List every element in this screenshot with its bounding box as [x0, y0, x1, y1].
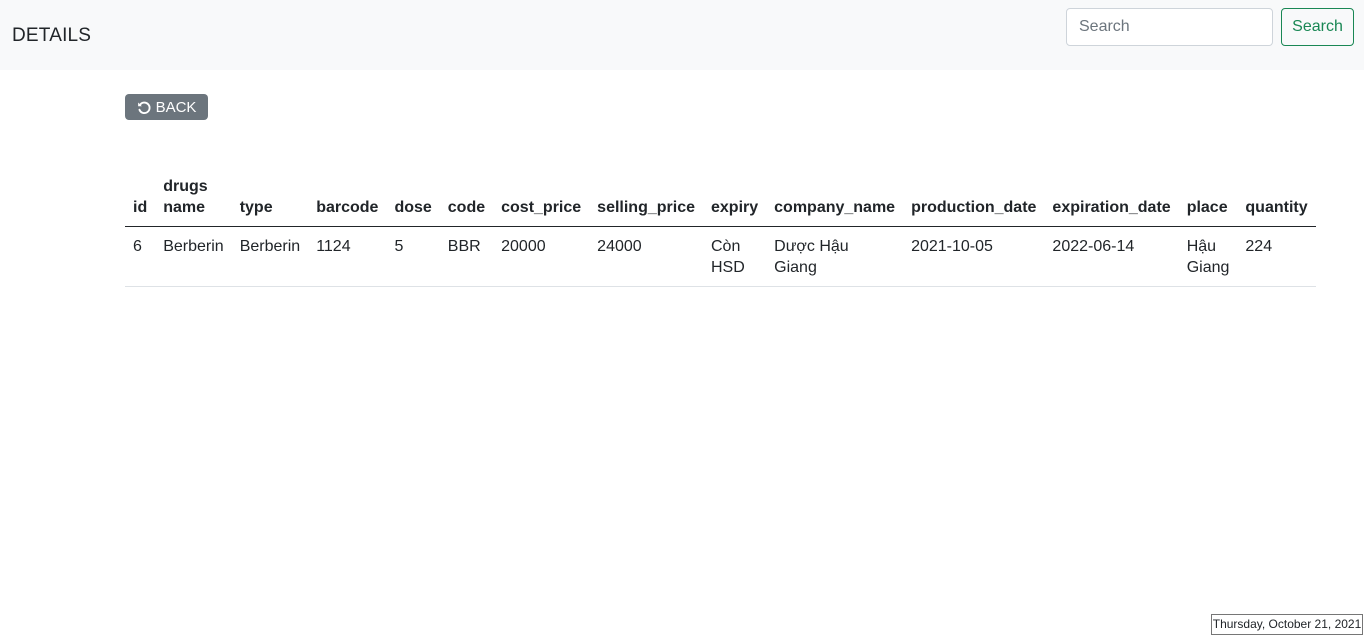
table-row: 6 Berberin Berberin 1124 5 BBR 20000 240… — [125, 226, 1316, 287]
back-button[interactable]: BACK — [125, 94, 208, 120]
cell-expiry: Còn HSD — [703, 226, 767, 287]
cell-production-date: 2021-10-05 — [903, 226, 1045, 287]
navbar: DETAILS Search — [0, 0, 1364, 70]
col-header-drugs-name: drugs name — [155, 170, 232, 227]
cell-place: Hậu Giang — [1178, 226, 1238, 287]
search-button[interactable]: Search — [1281, 8, 1354, 46]
cell-type: Berberin — [231, 226, 309, 287]
col-header-company-name: company_name — [766, 170, 904, 227]
cell-id: 6 — [125, 226, 156, 287]
col-header-quantity: quantity — [1237, 170, 1316, 227]
col-header-selling-price: selling_price — [589, 170, 703, 227]
date-badge: Thursday, October 21, 2021 — [1211, 614, 1363, 635]
cell-code: BBR — [439, 226, 494, 287]
back-button-label: BACK — [155, 98, 197, 116]
col-header-expiry: expiry — [703, 170, 767, 227]
col-header-barcode: barcode — [308, 170, 387, 227]
col-header-place: place — [1178, 170, 1238, 227]
cell-company-name: Dược Hậu Giang — [766, 226, 904, 287]
col-header-production-date: production_date — [903, 170, 1045, 227]
col-header-expiration-date: expiration_date — [1044, 170, 1179, 227]
col-header-code: code — [439, 170, 494, 227]
undo-icon — [137, 101, 151, 114]
col-header-cost-price: cost_price — [493, 170, 590, 227]
cell-dose: 5 — [386, 226, 440, 287]
col-header-id: id — [125, 170, 156, 227]
search-input[interactable] — [1066, 8, 1273, 46]
cell-selling-price: 24000 — [589, 226, 703, 287]
drug-details-table: id drugs name type barcode dose code cos… — [125, 170, 1316, 287]
cell-quantity: 224 — [1237, 226, 1316, 287]
table-header-row: id drugs name type barcode dose code cos… — [125, 170, 1316, 227]
cell-barcode: 1124 — [308, 226, 387, 287]
cell-cost-price: 20000 — [493, 226, 590, 287]
col-header-dose: dose — [386, 170, 440, 227]
page-title: DETAILS — [12, 25, 92, 46]
cell-drugs-name: Berberin — [155, 226, 232, 287]
col-header-type: type — [231, 170, 309, 227]
cell-expiration-date: 2022-06-14 — [1044, 226, 1179, 287]
